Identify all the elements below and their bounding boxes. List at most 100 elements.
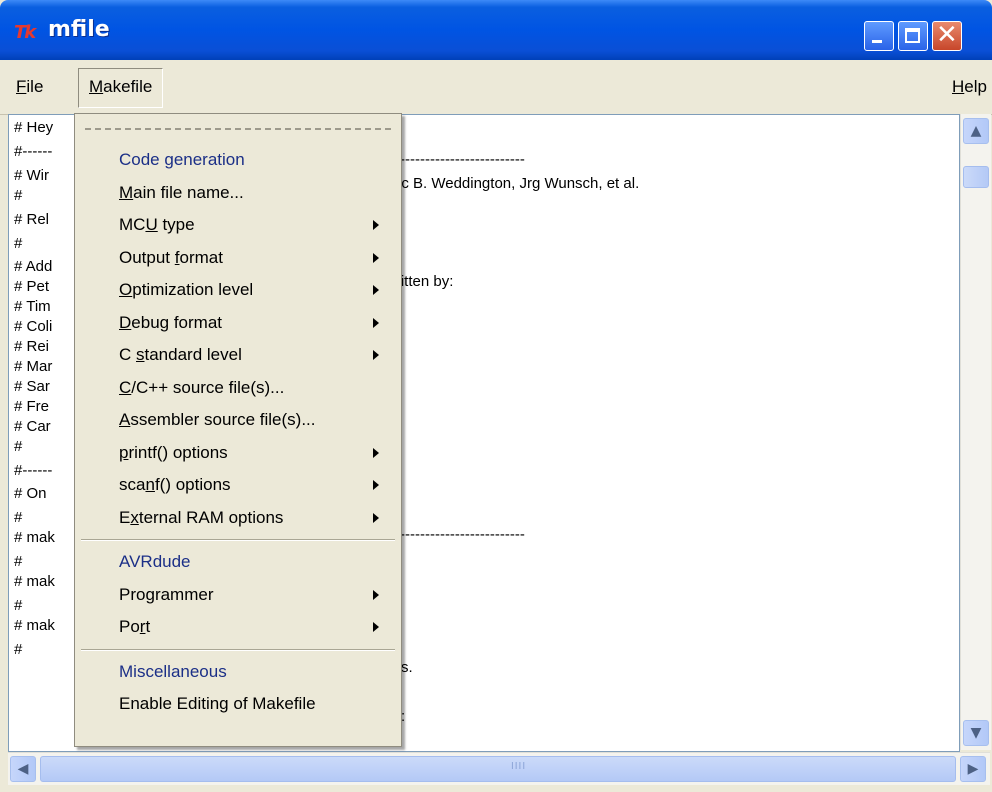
menu-item-label: ormat bbox=[179, 247, 223, 267]
editor-line: # Wir bbox=[14, 167, 49, 184]
menu-item[interactable]: Debug format bbox=[119, 307, 389, 339]
scroll-right-button[interactable]: ▶ bbox=[960, 756, 986, 782]
menu-item[interactable]: Optimization level bbox=[119, 274, 389, 306]
editor-line: # Rel bbox=[14, 211, 50, 228]
menu-section-header: Miscellaneous bbox=[119, 661, 227, 681]
menu-item[interactable]: Enable Editing of Makefile bbox=[119, 688, 389, 720]
editor-line: # bbox=[14, 509, 23, 526]
menu-makefile-mnemonic: M bbox=[89, 77, 104, 96]
chevron-down-icon: ▼ bbox=[970, 725, 982, 741]
menu-item-label: ptimization level bbox=[132, 280, 254, 299]
menu-item[interactable]: External RAM options bbox=[119, 502, 389, 534]
editor-line: # bbox=[14, 438, 23, 455]
menu-bar: File Makefile Help bbox=[0, 60, 992, 115]
editor-line: # bbox=[14, 641, 23, 658]
menu-item[interactable]: Main file name... bbox=[119, 177, 389, 209]
menu-item-label: /C++ source file(s)... bbox=[131, 377, 285, 397]
submenu-arrow-icon bbox=[373, 447, 379, 458]
editor-line: # bbox=[14, 187, 23, 204]
menu-item-mnemonic: D bbox=[119, 312, 132, 332]
menu-section-header: AVRdude bbox=[119, 552, 191, 571]
menu-makefile-label: akefile bbox=[103, 77, 153, 96]
scroll-left-button[interactable]: ◀ bbox=[10, 756, 36, 782]
submenu-arrow-icon bbox=[373, 512, 379, 523]
editor-line: # mak bbox=[14, 617, 55, 634]
editor-line: # Hey bbox=[14, 119, 54, 136]
menu-item[interactable]: Port bbox=[119, 611, 389, 643]
menu-item-label: tandard level bbox=[144, 345, 242, 364]
menu-item[interactable]: Output format bbox=[119, 242, 389, 274]
text-fragment: ---------------------------- bbox=[385, 151, 525, 168]
menu-item-label: MC bbox=[119, 215, 146, 234]
submenu-arrow-icon bbox=[373, 285, 379, 295]
editor-line: # bbox=[14, 597, 23, 614]
submenu-arrow-icon bbox=[373, 220, 379, 230]
text-fragment: s. bbox=[401, 659, 413, 676]
editor-line: # mak bbox=[14, 573, 55, 590]
editor-line: # mak bbox=[14, 529, 55, 546]
horizontal-scrollbar[interactable]: ◀ IIII ▶ bbox=[8, 752, 990, 785]
makefile-dropdown-menu: Code generation Main file name... MCU type… bbox=[74, 113, 402, 747]
chevron-left-icon: ◀ bbox=[17, 761, 29, 777]
editor-line: # On bbox=[14, 485, 47, 502]
minimize-button[interactable] bbox=[864, 21, 894, 51]
submenu-arrow-icon bbox=[373, 350, 379, 360]
editor-line: # Tim bbox=[14, 298, 51, 315]
grip-icon: IIII bbox=[511, 761, 527, 772]
menu-item-mnemonic: g bbox=[145, 584, 155, 604]
menu-item-mnemonic: C bbox=[119, 377, 132, 397]
menu-help-label: elp bbox=[964, 77, 987, 96]
minimize-icon bbox=[872, 40, 882, 43]
editor-line: # Fre bbox=[14, 398, 50, 415]
maximize-button[interactable] bbox=[898, 21, 928, 51]
text-fragment: Eric B. Weddington, Jrg Wunsch, et al. bbox=[383, 175, 640, 192]
menu-tearoff-line[interactable] bbox=[85, 128, 391, 130]
chevron-right-icon: ▶ bbox=[967, 761, 979, 777]
menu-help[interactable]: Help bbox=[944, 74, 992, 100]
menu-separator bbox=[81, 539, 395, 541]
scroll-up-button[interactable]: ▲ bbox=[963, 118, 989, 144]
editor-line: #------ bbox=[14, 462, 53, 479]
close-button[interactable]: ✕ bbox=[932, 20, 962, 51]
submenu-arrow-icon bbox=[373, 622, 379, 632]
editor-line: # Pet bbox=[14, 278, 50, 295]
menu-item-mnemonic: U bbox=[145, 215, 158, 234]
editor-line: # Sar bbox=[14, 378, 50, 395]
scroll-down-button[interactable]: ▼ bbox=[963, 720, 989, 746]
editor-line: # Mar bbox=[14, 358, 53, 375]
editor-line: #------ bbox=[14, 143, 53, 160]
menu-item-label: E bbox=[119, 507, 131, 527]
menu-item[interactable]: C standard level bbox=[119, 339, 389, 371]
menu-separator bbox=[81, 648, 395, 651]
menu-makefile[interactable]: Makefile bbox=[78, 68, 164, 108]
menu-item[interactable]: scanf() options bbox=[119, 469, 389, 501]
menu-item-label: ternal RAM options bbox=[138, 507, 284, 527]
menu-item[interactable]: C/C++ source file(s)... bbox=[119, 372, 389, 404]
menu-item-label: ssembler source file(s)... bbox=[130, 410, 316, 429]
menu-item-label: rintf() options bbox=[128, 442, 228, 462]
menu-item-mnemonic: M bbox=[119, 182, 134, 202]
horizontal-scroll-thumb[interactable]: IIII bbox=[40, 756, 956, 782]
menu-file-mnemonic: F bbox=[16, 77, 27, 96]
maximize-icon bbox=[905, 28, 920, 43]
menu-item-mnemonic: s bbox=[136, 345, 145, 364]
menu-item-mnemonic: A bbox=[119, 410, 131, 429]
menu-item[interactable]: Programmer bbox=[119, 579, 389, 611]
menu-item-mnemonic: n bbox=[145, 475, 155, 494]
editor-line: # bbox=[14, 235, 23, 252]
menu-file[interactable]: File bbox=[8, 74, 51, 100]
editor-line: # Add bbox=[14, 258, 53, 275]
title-bar: Tk mfile ✕ bbox=[0, 0, 992, 60]
vertical-scroll-thumb[interactable] bbox=[963, 166, 989, 188]
menu-item[interactable]: Assembler source file(s)... bbox=[119, 404, 389, 436]
vertical-scrollbar[interactable]: ▲ ▼ bbox=[960, 114, 991, 750]
menu-item-label: Po bbox=[119, 617, 140, 636]
menu-item[interactable]: printf() options bbox=[119, 437, 389, 469]
menu-item-label: f() options bbox=[154, 475, 231, 494]
menu-item[interactable]: MCU type bbox=[119, 209, 389, 241]
window-title: mfile bbox=[48, 17, 110, 42]
submenu-arrow-icon bbox=[373, 480, 379, 490]
menu-item-label: t bbox=[145, 617, 151, 636]
menu-help-mnemonic: H bbox=[952, 77, 965, 96]
chevron-up-icon: ▲ bbox=[970, 123, 982, 139]
